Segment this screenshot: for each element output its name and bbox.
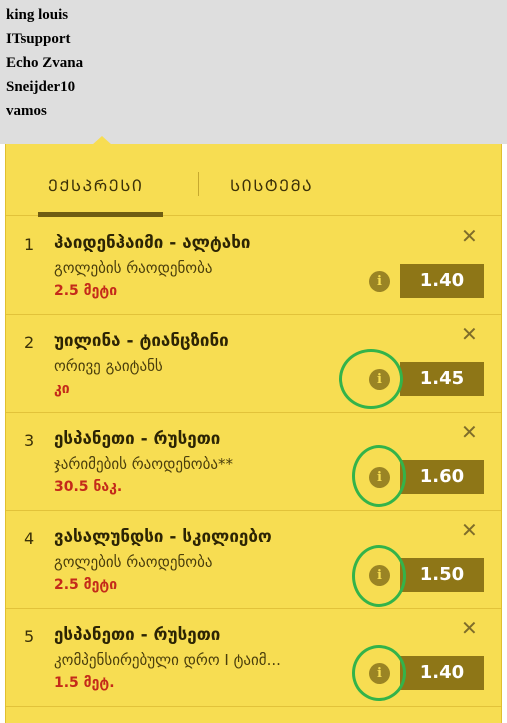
info-icon[interactable]: i [369, 467, 390, 488]
odds-button[interactable]: 1.40 [400, 656, 484, 690]
info-icon[interactable]: i [369, 663, 390, 684]
bet-match-title: ჰაიდენჰაიმი - ალტახი [54, 233, 251, 253]
info-icon[interactable]: i [369, 565, 390, 586]
bet-row: 5 ესპანეთი - რუსეთი კომპენსირებული დრო I… [6, 609, 501, 707]
odds-button[interactable]: 1.45 [400, 362, 484, 396]
bet-number: 5 [24, 627, 35, 646]
odds-button[interactable]: 1.40 [400, 264, 484, 298]
odds-button[interactable]: 1.50 [400, 558, 484, 592]
username: ITsupport [6, 31, 71, 47]
bet-match-title: ესპანეთი - რუსეთი [54, 429, 221, 449]
betslip-tabs: ᲔᲥᲡᲞᲠᲔᲡᲘ ᲡᲘᲡᲢᲔᲛᲐ [6, 144, 501, 217]
bet-row: 1 ჰაიდენჰაიმი - ალტახი გოლების რაოდენობა… [6, 217, 501, 315]
bet-pick: 2.5 მეტი [54, 283, 118, 299]
bet-row: 3 ესპანეთი - რუსეთი ჯარიმების რაოდენობა*… [6, 413, 501, 511]
close-icon[interactable]: ✕ [461, 422, 478, 442]
bet-pick: 30.5 ნაკ. [54, 479, 123, 495]
bet-number: 4 [24, 529, 35, 548]
tab-express[interactable]: ᲔᲥᲡᲞᲠᲔᲡᲘ [48, 174, 143, 196]
tab-system[interactable]: ᲡᲘᲡᲢᲔᲛᲐ [230, 174, 313, 196]
bet-match-title: ვასალუნდსი - სკილიებო [54, 527, 272, 547]
bet-number: 2 [24, 333, 35, 352]
username-list: king louis ITsupport Echo Zvana Sneijder… [0, 0, 507, 144]
close-icon[interactable]: ✕ [461, 520, 478, 540]
bet-market: ჯარიმების რაოდენობა** [54, 455, 233, 473]
bet-row: 2 უილინა - ტიანცზინი ორივე გაიტანს კი ✕ … [6, 315, 501, 413]
username: vamos [6, 103, 47, 119]
close-icon[interactable]: ✕ [461, 618, 478, 638]
bet-pick: 1.5 მეტ. [54, 675, 115, 691]
close-icon[interactable]: ✕ [461, 226, 478, 246]
bet-market: გოლების რაოდენობა [54, 259, 213, 277]
odds-button[interactable]: 1.60 [400, 460, 484, 494]
betslip-panel: ᲔᲥᲡᲞᲠᲔᲡᲘ ᲡᲘᲡᲢᲔᲛᲐ 1 ჰაიდენჰაიმი - ალტახი … [5, 136, 502, 723]
tab-divider [198, 172, 199, 196]
bet-row: 4 ვასალუნდსი - სკილიებო გოლების რაოდენობ… [6, 511, 501, 609]
bet-pick: კი [54, 381, 70, 397]
username: king louis [6, 7, 69, 23]
bet-market: გოლების რაოდენობა [54, 553, 213, 571]
bet-number: 3 [24, 431, 35, 450]
close-icon[interactable]: ✕ [461, 324, 478, 344]
info-icon[interactable]: i [369, 369, 390, 390]
info-icon[interactable]: i [369, 271, 390, 292]
bet-pick: 2.5 მეტი [54, 577, 118, 593]
bet-market: კომპენსირებული დრო I ტაიმ... [54, 651, 281, 669]
bet-match-title: ესპანეთი - რუსეთი [54, 625, 221, 645]
username: Sneijder10 [6, 79, 76, 95]
bet-match-title: უილინა - ტიანცზინი [54, 331, 229, 351]
bet-market: ორივე გაიტანს [54, 357, 163, 375]
bet-number: 1 [24, 235, 35, 254]
username: Echo Zvana [6, 55, 84, 71]
